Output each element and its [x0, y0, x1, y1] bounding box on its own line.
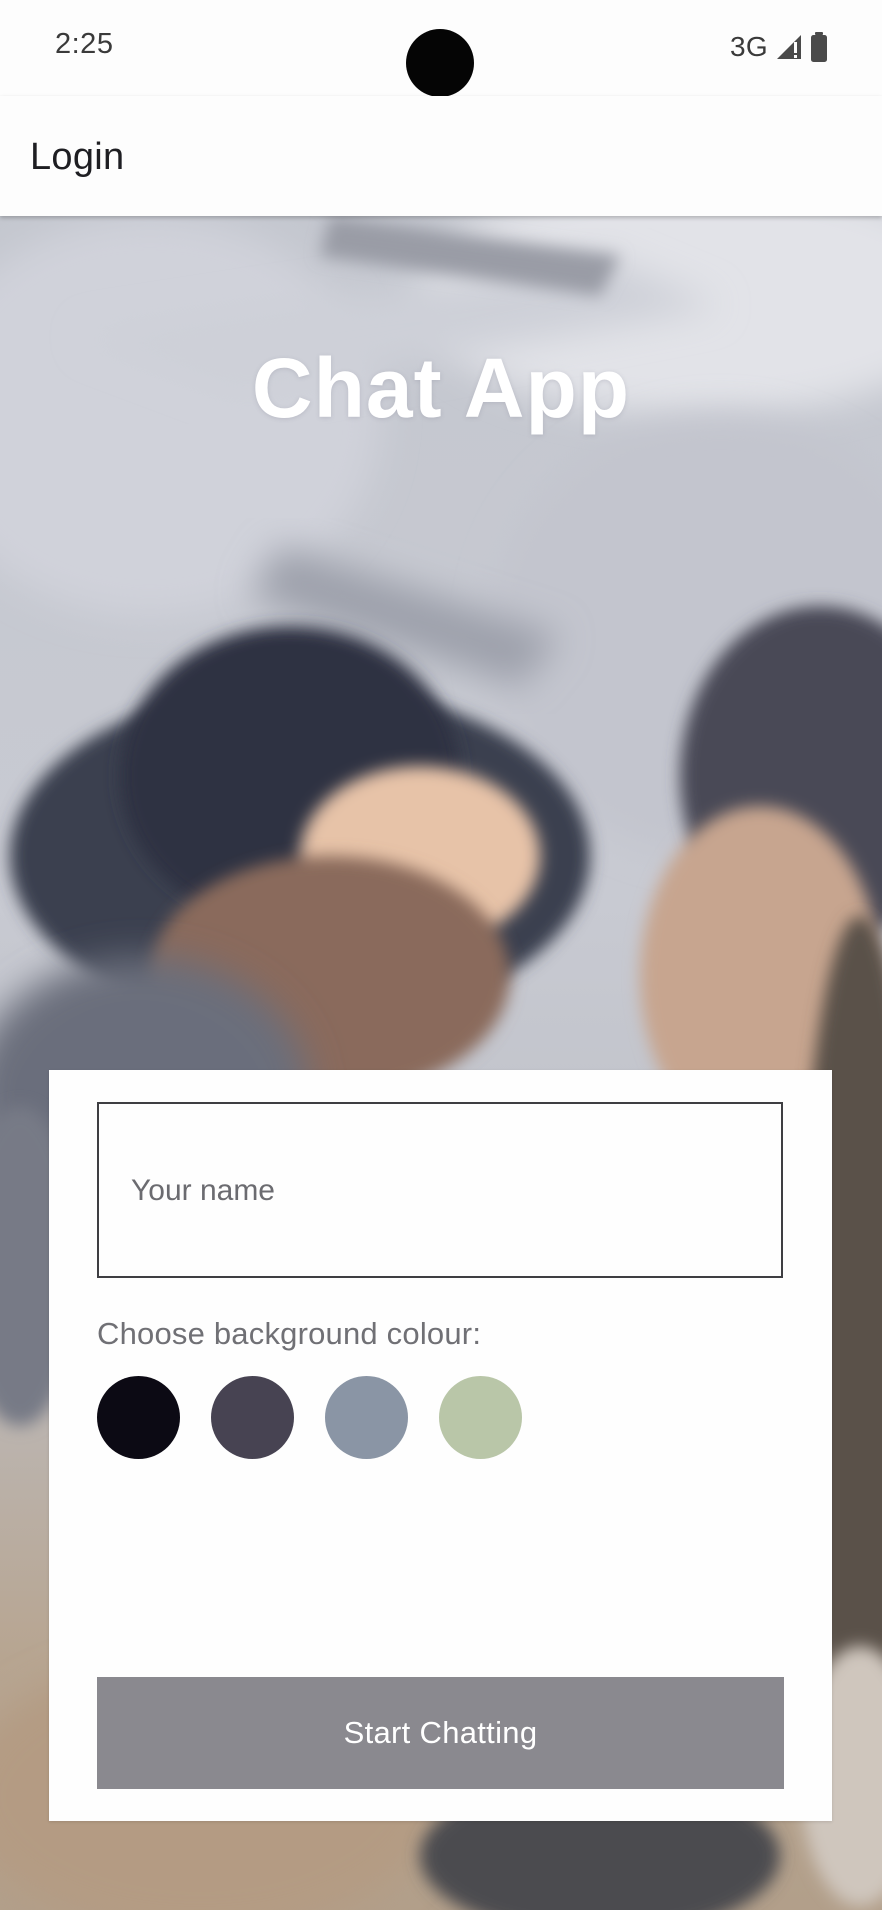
colour-label: Choose background colour: — [97, 1316, 482, 1351]
app-bar-title: Login — [30, 136, 125, 178]
status-bar: 2:25 3G — [0, 0, 882, 97]
app-title: Chat App — [251, 341, 631, 435]
app-bar: Login — [0, 96, 882, 216]
colour-swatch-dark-purple[interactable] — [211, 1376, 294, 1459]
colour-swatches — [97, 1376, 522, 1459]
network-type: 3G — [730, 31, 768, 62]
colour-swatch-slate-blue[interactable] — [325, 1376, 408, 1459]
colour-swatch-black[interactable] — [97, 1376, 180, 1459]
camera-cutout — [406, 29, 474, 97]
name-field[interactable] — [97, 1102, 783, 1278]
status-indicators: 3G — [730, 30, 828, 64]
login-card: Choose background colour: Start Chatting — [49, 1070, 832, 1821]
battery-icon — [810, 32, 828, 62]
colour-swatch-sage-green[interactable] — [439, 1376, 522, 1459]
name-input[interactable] — [129, 1104, 753, 1278]
login-screen: 2:25 3G Login Chat App Your name Choose … — [0, 0, 882, 1910]
start-chatting-button[interactable]: Start Chatting — [97, 1677, 784, 1789]
status-time: 2:25 — [55, 28, 114, 60]
signal-icon — [775, 33, 803, 61]
